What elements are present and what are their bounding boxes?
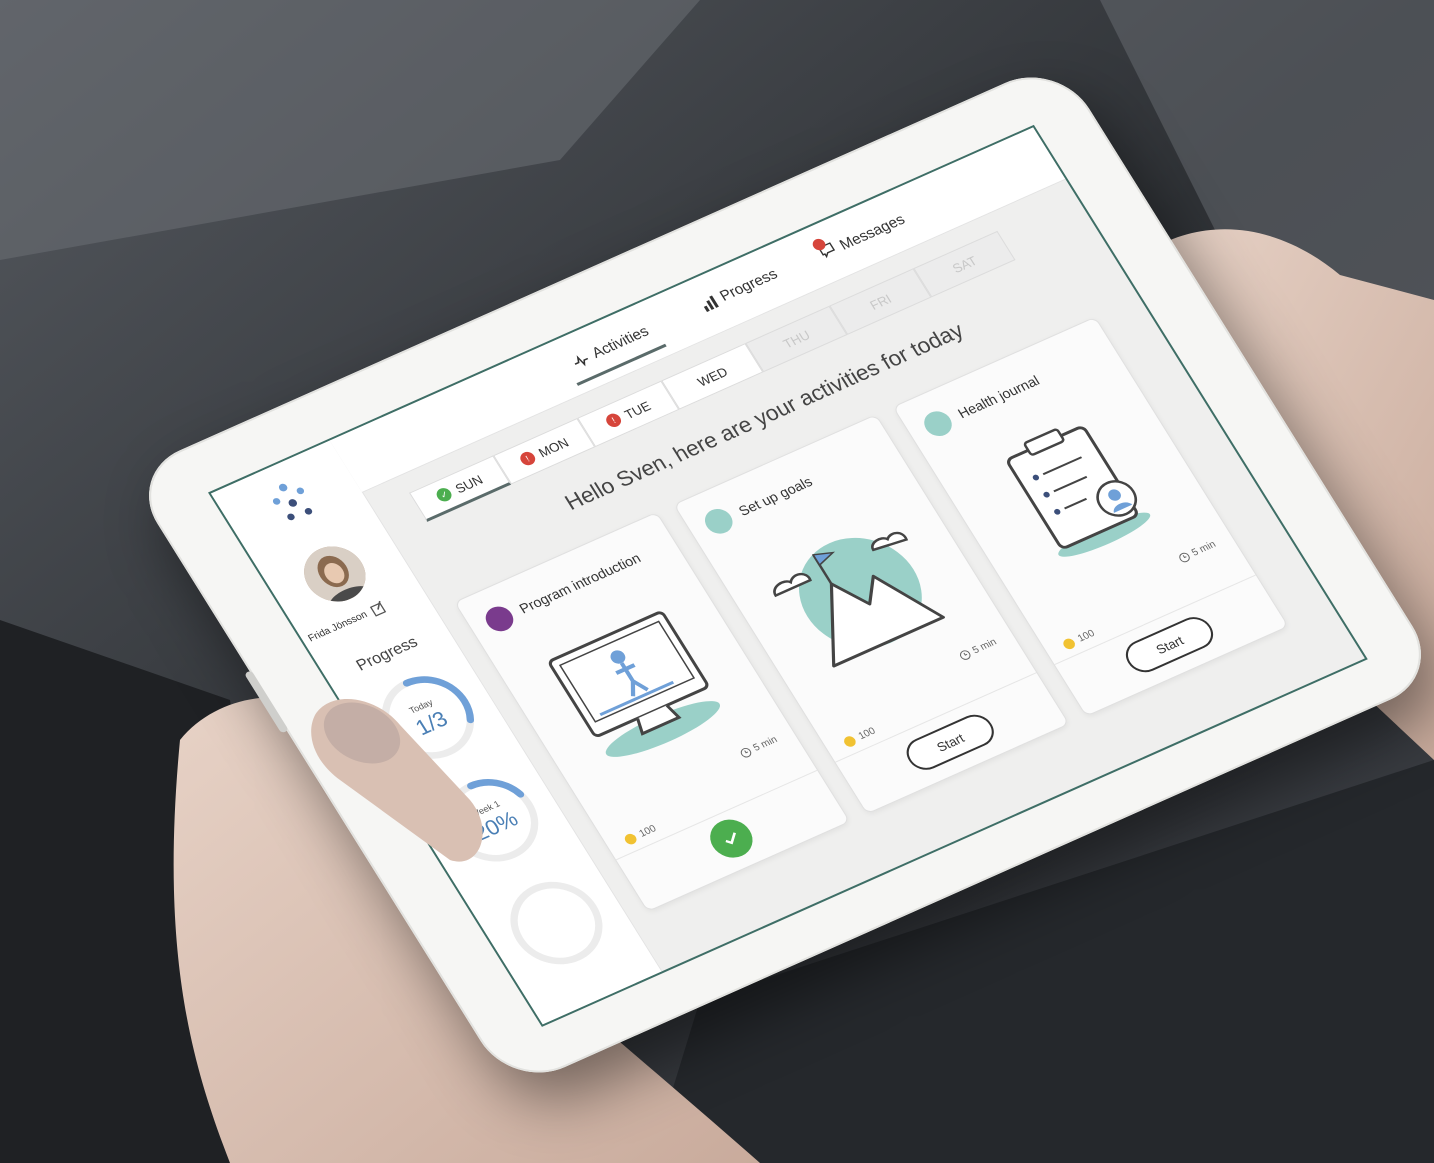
day-label: TUE	[621, 398, 654, 422]
document-icon	[919, 407, 957, 441]
clock-icon	[1178, 552, 1190, 563]
video-monitor-illustration	[548, 611, 720, 757]
card-title: Health journal	[954, 372, 1043, 422]
duration: 5 min	[957, 637, 999, 662]
day-label: FRI	[866, 290, 894, 313]
day-tab-fri: FRI	[829, 268, 932, 335]
tab-messages[interactable]: Messages	[810, 209, 908, 263]
day-tab-sun[interactable]: ✓ SUN	[409, 455, 512, 522]
bar-chart-icon	[703, 295, 719, 312]
progress-ring-week: Week 1 20%	[423, 760, 562, 881]
alert-dot-icon: !	[603, 411, 624, 430]
duration-text: 5 min	[970, 636, 999, 657]
day-label: THU	[780, 327, 813, 351]
day-tab-wed[interactable]: WED	[661, 343, 764, 410]
clipboard-illustration	[1007, 426, 1151, 557]
tab-progress-label: Progress	[716, 265, 781, 305]
chat-bubble-icon	[480, 602, 519, 636]
points-value: 100	[637, 823, 659, 840]
avatar[interactable]	[292, 537, 377, 611]
start-button[interactable]: Start	[1119, 611, 1220, 678]
check-icon	[725, 832, 736, 845]
clock-icon	[740, 748, 751, 758]
user-name: Frida Jönsson	[306, 608, 370, 644]
duration: 5 min	[1176, 539, 1218, 564]
pulse-icon	[574, 354, 588, 366]
app-logo-icon[interactable]	[257, 472, 327, 532]
duration-text: 5 min	[1189, 539, 1219, 559]
day-label: SUN	[452, 471, 486, 496]
start-button[interactable]: Start	[900, 709, 1001, 776]
coin-icon	[622, 832, 639, 847]
duration: 5 min	[738, 734, 780, 759]
day-tab-sat: SAT	[913, 230, 1016, 298]
progress-ring-partial	[487, 862, 626, 983]
coin-icon	[1061, 636, 1078, 651]
tab-activities[interactable]: Activities	[569, 323, 652, 371]
tab-progress[interactable]: Progress	[697, 266, 781, 314]
clock-icon	[959, 650, 971, 661]
coin-icon	[841, 734, 858, 749]
day-tab-tue[interactable]: ! TUE	[577, 380, 680, 448]
mountain-flag-illustration	[773, 531, 945, 668]
day-label: SAT	[949, 252, 980, 276]
tab-messages-label: Messages	[836, 210, 908, 254]
photo-scene: Frida Jönsson Progress Today 1/3 Week 1 …	[0, 0, 1434, 1163]
completed-check-button[interactable]	[702, 813, 761, 864]
document-icon	[699, 504, 738, 538]
tab-activities-label: Activities	[588, 322, 653, 362]
points-value: 100	[856, 725, 878, 742]
card-title: Set up goals	[735, 473, 816, 519]
progress-ring-today: Today 1/3	[358, 657, 497, 778]
alert-dot-icon: !	[517, 449, 538, 468]
day-label: WED	[694, 363, 731, 390]
edit-icon[interactable]	[368, 599, 388, 617]
day-tab-mon[interactable]: ! MON	[493, 417, 596, 485]
day-label: MON	[535, 434, 572, 460]
points-value: 100	[1075, 628, 1097, 645]
duration-text: 5 min	[751, 734, 780, 754]
check-icon: ✓	[434, 485, 455, 504]
day-tab-thu: THU	[745, 305, 848, 373]
